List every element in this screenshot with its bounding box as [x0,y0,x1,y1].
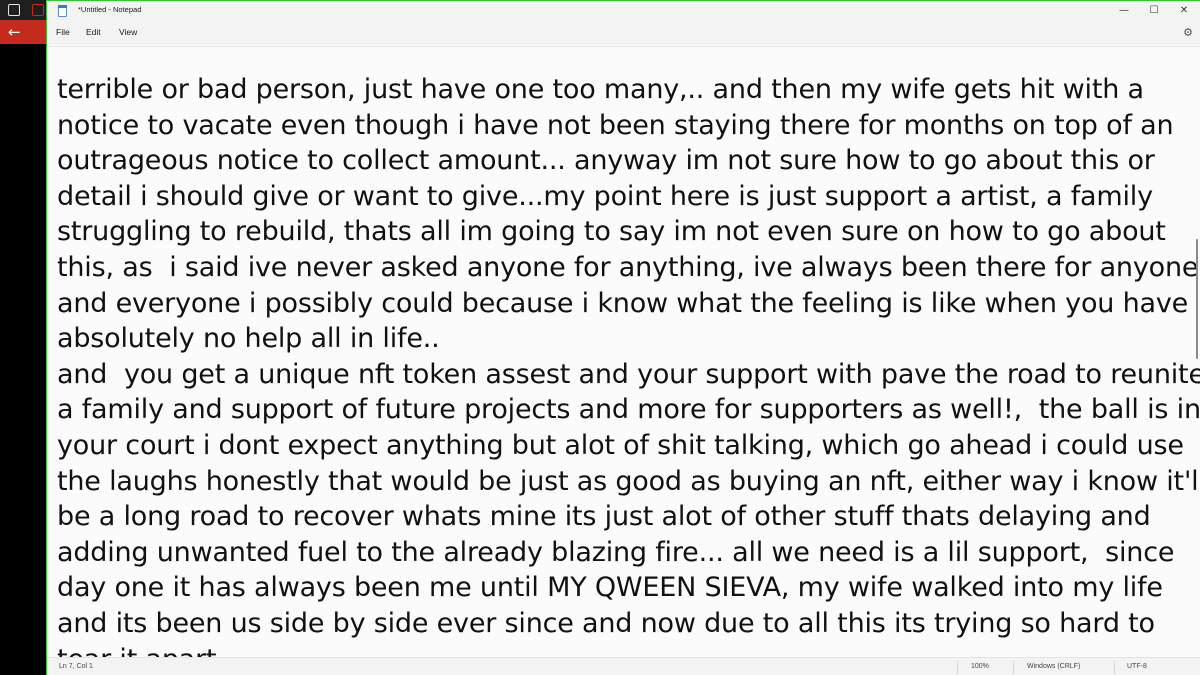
editor-line: be a long road to recover whats mine its… [57,501,1151,533]
editor-line: outrageous notice to collect amount... a… [57,145,1155,177]
menu-file[interactable]: File [56,27,70,37]
maximize-button[interactable]: ☐ [1140,3,1168,19]
editor-line: and its been us side by side ever since … [57,607,1155,639]
editor-line: tear it apart [57,642,1189,658]
editor-line: terrible or bad person, just have one to… [57,74,1144,105]
editor-line: the laughs honestly that would be just a… [57,465,1200,497]
tab-icon[interactable] [8,4,20,16]
editor-line: struggling to rebuild, thats all im goin… [57,216,1166,248]
window-title: *Untitled - Notepad [78,5,142,14]
settings-gear-icon[interactable]: ⚙ [1183,26,1193,40]
background-app-strip: ← [0,0,46,675]
encoding: UTF-8 [1127,663,1147,670]
status-bar: Ln 7, Col 1 100% Windows (CRLF) UTF-8 [47,657,1200,675]
line-ending: Windows (CRLF) [1027,663,1081,670]
minimize-button[interactable]: — [1110,3,1138,19]
back-arrow-icon[interactable]: ← [8,22,21,42]
editor-line: detail i should give or want to give...m… [57,180,1153,212]
text-editor[interactable]: terrible or bad person, just have one to… [47,46,1200,657]
status-divider [1114,661,1115,674]
editor-line: this, as i said ive never asked anyone f… [57,251,1199,283]
editor-line: absolutely no help all in life.. [57,323,440,355]
notepad-window: *Untitled - Notepad — ☐ ✕ File Edit View… [46,0,1200,675]
notepad-app-icon [58,5,67,17]
editor-line: your court i dont expect anything but al… [57,429,1184,461]
background-nav-bar: ← [0,20,46,44]
cursor-position: Ln 7, Col 1 [59,663,93,670]
editor-line: day one it has always been me until MY Q… [57,572,1163,604]
editor-line: and everyone i possibly could because i … [57,287,1189,319]
menu-edit[interactable]: Edit [86,27,101,37]
editor-line: a family and support of future projects … [57,394,1200,426]
background-tab-bar [0,0,46,20]
editor-line: and you get a unique nft token assest an… [57,358,1200,390]
title-bar[interactable]: *Untitled - Notepad — ☐ ✕ [47,1,1200,21]
status-divider [1013,661,1014,674]
editor-line: notice to vacate even though i have not … [57,109,1174,141]
editor-content[interactable]: terrible or bad person, just have one to… [57,72,1200,658]
zoom-level: 100% [971,663,989,670]
menu-bar: File Edit View ⚙ [47,21,1200,45]
menu-view[interactable]: View [119,27,137,37]
vertical-scrollbar[interactable] [1196,239,1198,359]
close-button[interactable]: ✕ [1170,3,1198,19]
tab-icon[interactable] [32,4,44,16]
editor-line: adding unwanted fuel to the already blaz… [57,536,1175,568]
status-divider [957,661,958,674]
